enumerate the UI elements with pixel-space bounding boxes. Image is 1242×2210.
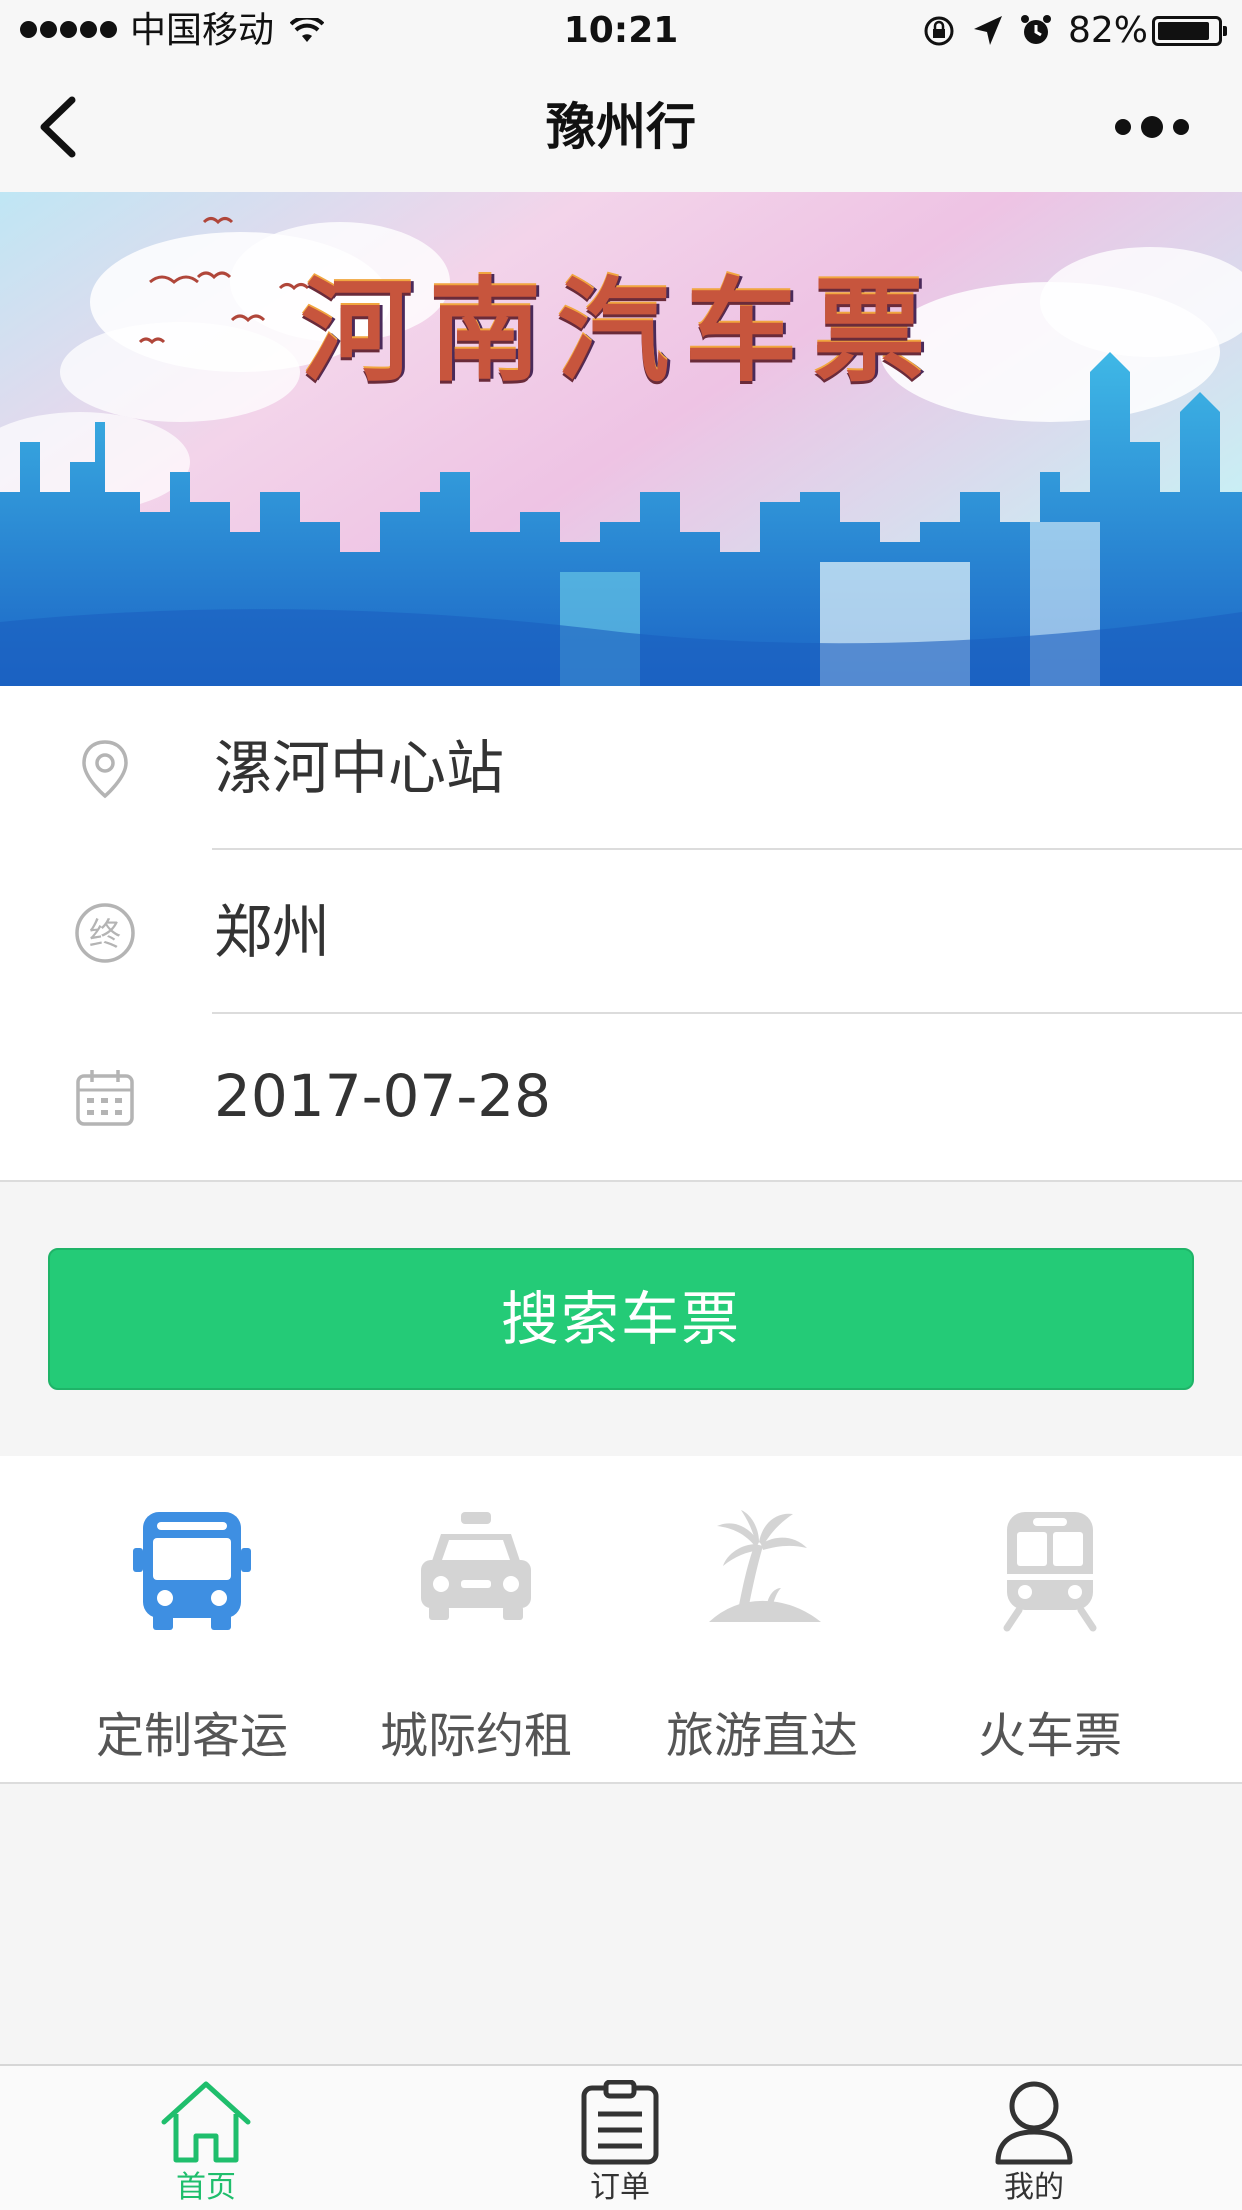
train-icon (1003, 1512, 1097, 1632)
page-title: 豫州行 (546, 98, 696, 156)
calendar-icon (76, 1070, 134, 1126)
destination-row[interactable]: 终 郑州 (0, 850, 1242, 1014)
navigation-bar: 豫州行 (0, 62, 1242, 192)
category-train-ticket[interactable]: 火车票 (920, 1504, 1180, 1764)
category-custom-coach[interactable]: 定制客运 (62, 1504, 322, 1764)
category-tour-direct[interactable]: 旅游直达 (632, 1504, 892, 1764)
tab-label: 首页 (176, 2170, 236, 2205)
category-label: 旅游直达 (665, 1708, 858, 1764)
date-field[interactable]: 2017-07-28 (214, 1058, 551, 1134)
destination-end-icon: 终 (75, 903, 135, 963)
user-icon (995, 2081, 1073, 2165)
rotation-lock-icon (924, 16, 954, 46)
battery-percent: 82% (1068, 10, 1149, 51)
home-icon (161, 2081, 251, 2163)
taxi-icon (421, 1512, 531, 1620)
tab-orders[interactable]: 订单 (520, 2080, 720, 2210)
clock: 10:21 (563, 10, 679, 51)
tab-label: 我的 (1004, 2170, 1064, 2205)
tab-profile[interactable]: 我的 (934, 2080, 1134, 2210)
destination-glyph: 终 (89, 915, 121, 953)
category-label: 城际约租 (379, 1708, 572, 1764)
bottom-tab-bar: 首页 订单 我的 (0, 2064, 1242, 2210)
category-label: 定制客运 (95, 1708, 288, 1764)
location-arrow-icon (974, 16, 1002, 45)
promo-banner[interactable]: 河南汽车票 (0, 192, 1242, 686)
location-pin-icon (82, 740, 128, 799)
origin-row[interactable]: 漯河中心站 (0, 686, 1242, 850)
alarm-icon (1021, 15, 1051, 44)
origin-field[interactable]: 漯河中心站 (214, 730, 504, 806)
bus-icon (133, 1512, 251, 1630)
palm-island-icon (709, 1510, 821, 1622)
banner-title: 河南汽车票 (301, 267, 941, 397)
battery-icon (1152, 16, 1227, 46)
more-dots-icon[interactable] (1114, 112, 1190, 142)
tab-label: 订单 (590, 2170, 650, 2205)
service-categories: 定制客运 城际约租 旅游直达 火车票 (0, 1456, 1242, 1784)
search-tickets-button[interactable]: 搜索车票 (48, 1248, 1194, 1390)
tab-home[interactable]: 首页 (106, 2080, 306, 2210)
clipboard-icon (581, 2080, 659, 2165)
category-intercity-car[interactable]: 城际约租 (346, 1504, 606, 1764)
category-label: 火车票 (977, 1708, 1122, 1764)
destination-field[interactable]: 郑州 (214, 894, 330, 970)
ticket-search-form: 漯河中心站 终 郑州 2017-07-28 (0, 686, 1242, 1182)
status-bar: 中国移动 10:21 82% (0, 0, 1242, 62)
date-row[interactable]: 2017-07-28 (0, 1014, 1242, 1178)
